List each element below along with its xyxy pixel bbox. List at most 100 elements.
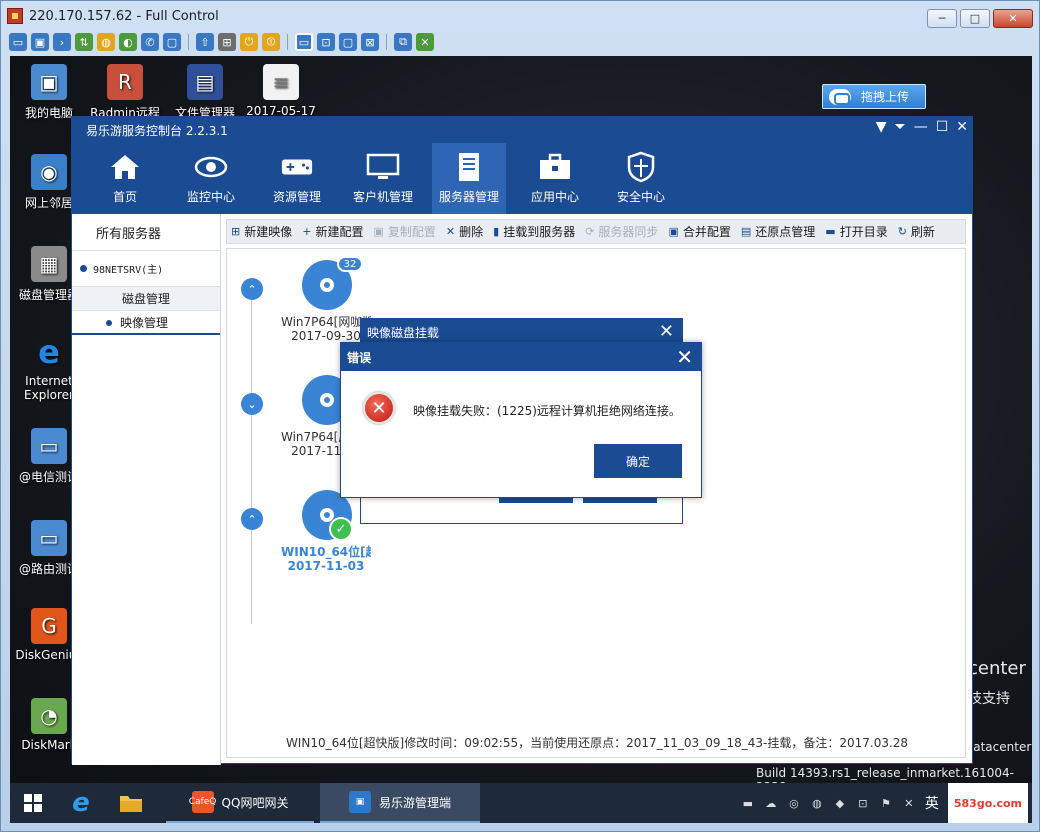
nav-monitor-center[interactable]: 监控中心 <box>174 143 248 214</box>
steam-icon[interactable]: ◎ <box>787 796 801 810</box>
mount-to-server-button[interactable]: ▮ 挂载到服务器 <box>493 223 575 240</box>
folder-icon: ▬ <box>825 225 836 238</box>
image-name[interactable]: Win7P64[网咖版] <box>281 313 371 330</box>
nav-server-management[interactable]: 服务器管理 <box>432 143 506 214</box>
open-directory-button[interactable]: ▬ 打开目录 <box>825 223 887 240</box>
shield-icon[interactable]: ◆ <box>833 796 847 810</box>
delete-icon: ✕ <box>445 225 456 238</box>
taskbar: e CafeQ QQ网吧网关 ▣ 易乐游管理端 ▬ ☁ ◎ ◍ ◆ ⊡ ⚑ ✕ <box>10 783 1032 823</box>
restore-point-button[interactable]: ▤ 还原点管理 <box>741 223 815 240</box>
nav-label: 安全中心 <box>616 190 665 204</box>
terminal-icon[interactable]: › <box>53 33 71 51</box>
minimize-icon[interactable]: — <box>914 119 928 135</box>
error-message: 映像挂载失败：(1225)远程计算机拒绝网络连接。 <box>413 404 681 418</box>
minimize-button[interactable]: ─ <box>927 9 957 28</box>
drag-upload-button[interactable]: 拖拽上传 <box>822 84 926 109</box>
taskbar-app-qq-gateway[interactable]: CafeQ QQ网吧网关 <box>166 783 314 823</box>
all-servers-header[interactable]: 所有服务器 <box>72 214 220 251</box>
nav-resource-management[interactable]: 资源管理 <box>260 143 334 214</box>
maximize-icon[interactable]: ☐ <box>936 119 949 135</box>
desktop-icon[interactable]: ≡ 2017-05-17 <box>242 64 320 118</box>
monitor-icon[interactable]: ▭ <box>9 33 27 51</box>
new-image-button[interactable]: ⊞ 新建映像 <box>231 223 292 240</box>
network-icon[interactable]: ⊞ <box>218 33 236 51</box>
stretch-icon[interactable]: ▢ <box>339 33 357 51</box>
dropdown-icon[interactable]: ⏷ <box>895 119 906 135</box>
transfer-icon[interactable]: ⇅ <box>75 33 93 51</box>
app-titlebar[interactable]: 易乐游服务控制台 2.2.3.1 ▼ ⏷ — ☐ ✕ <box>72 117 972 143</box>
lock-icon[interactable]: ◍ <box>97 33 115 51</box>
desktop-icon[interactable]: ▣ 我的电脑 <box>10 64 88 121</box>
collapse-toggle-button[interactable]: ⌃ <box>241 278 263 300</box>
radmin-app-icon <box>7 8 23 24</box>
watermark: 583go.com <box>947 783 1028 823</box>
sidebar-item-image-management[interactable]: 映像管理 <box>72 311 220 335</box>
desktop-icon[interactable]: ▤ 文件管理器 <box>166 64 244 121</box>
delete-button[interactable]: ✕ 删除 <box>446 223 483 240</box>
timeline-line <box>251 279 252 624</box>
power-icon[interactable]: ⏻ <box>240 33 258 51</box>
document-icon: ≡ <box>263 64 299 100</box>
sidebar-item-server[interactable]: 98NETSRV(主) <box>72 251 220 287</box>
maximize-button[interactable]: □ <box>960 9 990 28</box>
shirt-icon[interactable]: ▼ <box>876 119 887 135</box>
scale-icon[interactable]: ⊡ <box>317 33 335 51</box>
upload-icon[interactable]: ⇧ <box>196 33 214 51</box>
image-date: 2017-09-30 <box>291 329 361 343</box>
screen-icon[interactable]: ▣ <box>31 33 49 51</box>
network-icon[interactable]: ⊡ <box>856 796 870 810</box>
close-icon[interactable]: ✕ <box>676 345 693 369</box>
remote-window: 220.170.157.62 - Full Control ─ □ ✕ ▭ ▣ … <box>0 0 1040 832</box>
taskbar-explorer-button[interactable] <box>106 783 156 823</box>
toolbar-divider <box>386 34 387 50</box>
desktop-icon[interactable]: R Radmin远程 <box>86 64 164 121</box>
telecom-test-icon: ▭ <box>31 428 67 464</box>
drag-upload-label: 拖拽上传 <box>861 90 910 104</box>
cloud-icon[interactable]: ☁ <box>764 796 778 810</box>
drive-icon[interactable]: ▬ <box>741 796 755 810</box>
diskgenius-icon: G <box>31 608 67 644</box>
flag-icon[interactable]: ⚑ <box>879 796 893 810</box>
ok-button[interactable]: 确定 <box>594 444 682 478</box>
expand-toggle-button[interactable]: ⌄ <box>241 393 263 415</box>
nav-client-management[interactable]: 客户机管理 <box>346 143 420 214</box>
app-title: 易乐游服务控制台 2.2.3.1 <box>86 123 228 138</box>
fit-icon[interactable]: ⊠ <box>361 33 379 51</box>
taskbar-app-yileyou[interactable]: ▣ 易乐游管理端 <box>320 783 480 823</box>
phone-icon[interactable]: ✆ <box>141 33 159 51</box>
close-button[interactable]: ✕ <box>993 9 1033 28</box>
copy-config-button[interactable]: ▣ 复制配置 <box>373 223 435 240</box>
message-icon[interactable]: ▢ <box>163 33 181 51</box>
nav-home[interactable]: 首页 <box>88 143 162 214</box>
server-sync-button[interactable]: ⟳ 服务器同步 <box>585 223 658 240</box>
refresh-button[interactable]: ↻ 刷新 <box>898 223 935 240</box>
cafe-icon[interactable]: ◍ <box>810 796 824 810</box>
shutdown-icon[interactable]: ⏼ <box>262 33 280 51</box>
nav-security-center[interactable]: 安全中心 <box>604 143 678 214</box>
image-name-selected[interactable]: WIN10_64位[超快版] <box>281 543 371 560</box>
server-icon <box>452 152 486 182</box>
sidebar-group-disk-management[interactable]: 磁盘管理 <box>72 287 220 311</box>
collapse-toggle-button[interactable]: ⌃ <box>241 508 263 530</box>
mount-dialog-title: 映像磁盘挂载 <box>367 325 440 340</box>
monitor-icon <box>366 152 400 182</box>
remote-titlebar[interactable]: 220.170.157.62 - Full Control ─ □ ✕ <box>1 1 1040 31</box>
volume-muted-icon[interactable]: ✕ <box>902 796 916 810</box>
command-label: 删除 <box>459 225 484 239</box>
merge-config-button[interactable]: ▣ 合并配置 <box>668 223 730 240</box>
taskbar-ie-button[interactable]: e <box>56 783 106 823</box>
nav-label: 应用中心 <box>530 190 579 204</box>
fullscreen-icon[interactable]: ▭ <box>295 33 313 51</box>
new-config-button[interactable]: + 新建配置 <box>302 223 363 240</box>
nav-app-center[interactable]: 应用中心 <box>518 143 592 214</box>
chat-icon[interactable]: ◐ <box>119 33 137 51</box>
start-button[interactable] <box>10 783 56 823</box>
close-icon[interactable]: ✕ <box>956 119 968 135</box>
copy-icon[interactable]: ⧉ <box>394 33 412 51</box>
sync-icon: ⟳ <box>585 225 595 238</box>
input-language[interactable]: 英 <box>925 793 939 813</box>
close-icon[interactable]: ✕ <box>659 321 674 342</box>
tools-icon[interactable]: ✕ <box>416 33 434 51</box>
home-icon <box>108 152 142 182</box>
error-dialog-titlebar[interactable]: 错误 ✕ <box>341 343 701 371</box>
